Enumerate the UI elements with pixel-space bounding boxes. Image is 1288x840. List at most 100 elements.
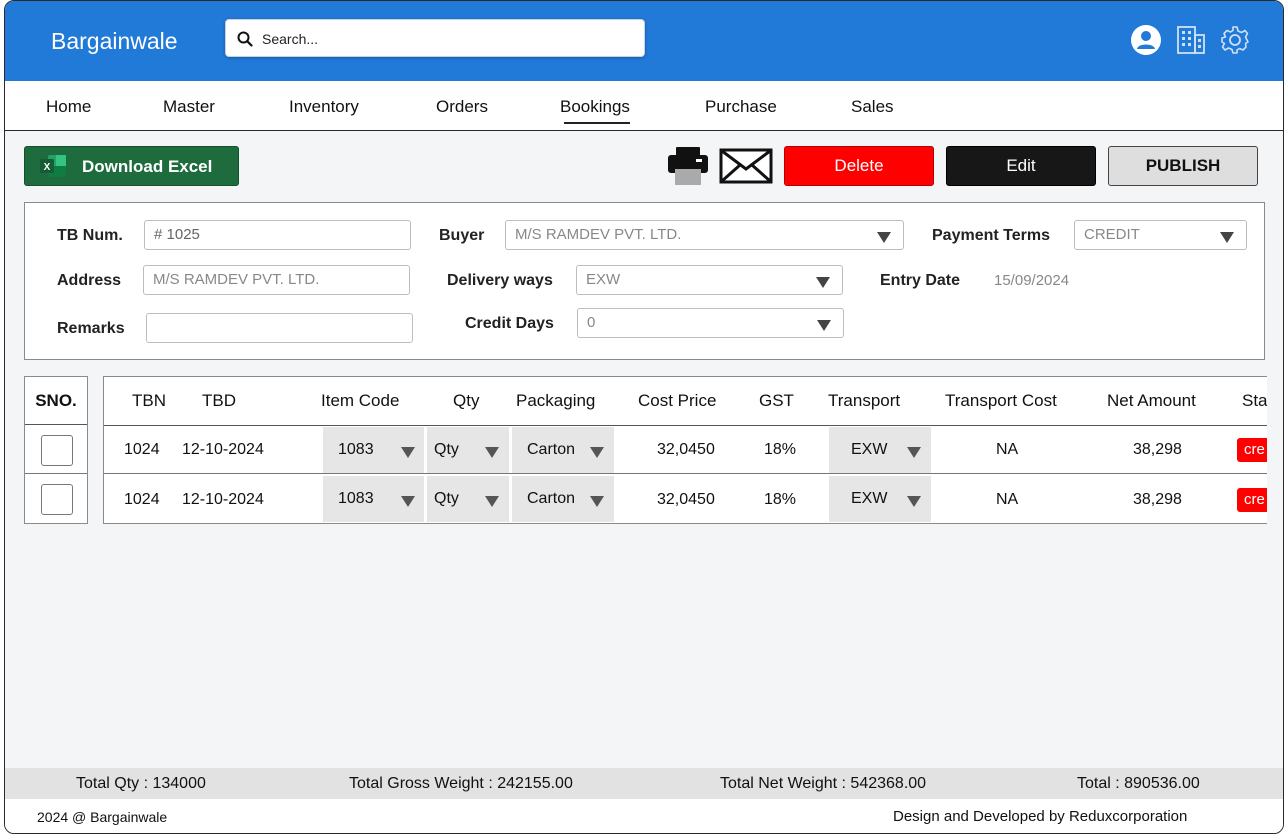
cell-gst: 18%: [764, 491, 797, 508]
row-checkbox[interactable]: [41, 435, 73, 466]
top-bar: Bargainwale: [5, 1, 1283, 81]
footer: 2024 @ Bargainwale Design and Developed …: [5, 799, 1283, 833]
cell-tbn: 1024: [124, 491, 160, 508]
remarks-field[interactable]: [146, 313, 413, 343]
packaging-select[interactable]: Carton: [512, 427, 614, 473]
col-header-gst: GST: [759, 391, 794, 410]
qty-value: Qty: [434, 490, 459, 507]
dropdown-arrow-icon: [1220, 232, 1234, 243]
cell-net-amount: 38,298: [1133, 441, 1182, 458]
status-badge[interactable]: cre: [1237, 488, 1267, 512]
nav-item-master[interactable]: Master: [163, 97, 215, 117]
booking-form: TB Num. # 1025 Buyer M/S RAMDEV PVT. LTD…: [24, 202, 1265, 360]
col-header-status: Sta: [1242, 391, 1267, 410]
svg-text:X: X: [44, 162, 51, 173]
status-badge[interactable]: cre: [1237, 438, 1267, 462]
credit-days-value: 0: [587, 314, 596, 331]
col-header-transport: Transport: [828, 391, 901, 410]
totals-bar: Total Qty : 134000 Total Gross Weight : …: [5, 768, 1283, 799]
qty-select[interactable]: Qty: [427, 476, 509, 522]
sno-header: SNO.: [25, 377, 87, 425]
dropdown-arrow-icon: [877, 232, 891, 243]
col-header-tbn: TBN: [132, 391, 166, 410]
bookings-table: TBN TBD Item Code Qty Packaging Cost Pri…: [103, 376, 1267, 524]
cell-cost-price: 32,0450: [657, 491, 715, 508]
nav-item-orders[interactable]: Orders: [436, 97, 488, 117]
remarks-label: Remarks: [57, 320, 125, 337]
delivery-ways-label: Delivery ways: [447, 272, 553, 289]
gear-icon[interactable]: [1219, 24, 1251, 56]
download-excel-label: Download Excel: [82, 157, 213, 176]
building-icon[interactable]: [1175, 24, 1207, 56]
buyer-select[interactable]: M/S RAMDEV PVT. LTD.: [505, 220, 904, 250]
nav-item-home[interactable]: Home: [46, 97, 91, 117]
dropdown-arrow-icon: [590, 496, 604, 507]
publish-button[interactable]: PUBLISH: [1108, 146, 1258, 186]
credit-days-select[interactable]: 0: [577, 308, 844, 338]
dropdown-arrow-icon: [485, 496, 499, 507]
address-field[interactable]: M/S RAMDEV PVT. LTD.: [143, 265, 410, 295]
nav-item-sales[interactable]: Sales: [851, 97, 894, 117]
cell-tbd: 12-10-2024: [182, 441, 264, 458]
search-input[interactable]: [262, 28, 632, 50]
cell-net-amount: 38,298: [1133, 491, 1182, 508]
cell-gst: 18%: [764, 441, 797, 458]
cell-tbd: 12-10-2024: [182, 491, 264, 508]
item-code-value: 1083: [338, 490, 374, 507]
total-amount: Total : 890536.00: [1077, 775, 1200, 792]
transport-value: EXW: [851, 490, 888, 507]
buyer-value: M/S RAMDEV PVT. LTD.: [515, 226, 682, 243]
edit-button[interactable]: Edit: [946, 146, 1096, 186]
download-excel-button[interactable]: X Download Excel: [24, 146, 239, 186]
dropdown-arrow-icon: [401, 447, 415, 458]
qty-select[interactable]: Qty: [427, 427, 509, 473]
sno-column: SNO.: [24, 376, 88, 524]
delivery-ways-value: EXW: [586, 271, 621, 288]
row-divider: [104, 473, 1267, 474]
footer-credit: Design and Developed by Reduxcorporation: [893, 808, 1188, 825]
buyer-label: Buyer: [439, 227, 485, 244]
dropdown-arrow-icon: [816, 277, 830, 288]
row-checkbox[interactable]: [41, 484, 73, 515]
header-divider: [104, 425, 1267, 426]
search-box[interactable]: [225, 19, 645, 57]
transport-select[interactable]: EXW: [829, 476, 931, 522]
user-icon[interactable]: [1130, 24, 1162, 56]
excel-icon: X: [40, 155, 66, 177]
nav-item-purchase[interactable]: Purchase: [705, 97, 777, 117]
col-header-item-code: Item Code: [321, 391, 400, 410]
address-label: Address: [57, 272, 122, 289]
printer-icon[interactable]: [667, 146, 709, 186]
entry-date-value: 15/09/2024: [994, 272, 1070, 289]
delete-button[interactable]: Delete: [784, 146, 934, 186]
col-header-transport-cost: Transport Cost: [945, 391, 1057, 410]
packaging-value: Carton: [527, 490, 576, 507]
dropdown-arrow-icon: [907, 496, 921, 507]
row-divider: [25, 473, 87, 474]
tb-num-field[interactable]: # 1025: [144, 220, 411, 250]
credit-days-label: Credit Days: [465, 315, 554, 332]
nav-item-inventory[interactable]: Inventory: [289, 97, 359, 117]
payment-terms-select[interactable]: CREDIT: [1074, 220, 1247, 250]
transport-select[interactable]: EXW: [829, 427, 931, 473]
cell-transport-cost: NA: [996, 491, 1019, 508]
item-code-value: 1083: [338, 441, 374, 458]
cell-transport-cost: NA: [996, 441, 1019, 458]
packaging-select[interactable]: Carton: [512, 476, 614, 522]
transport-value: EXW: [851, 441, 888, 458]
packaging-value: Carton: [527, 441, 576, 458]
total-net-weight: Total Net Weight : 542368.00: [720, 775, 927, 792]
col-header-cost-price: Cost Price: [638, 391, 717, 410]
mail-icon[interactable]: [719, 148, 773, 184]
brand-logo[interactable]: Bargainwale: [51, 28, 178, 55]
footer-copyright: 2024 @ Bargainwale: [37, 809, 168, 825]
cell-tbn: 1024: [124, 441, 160, 458]
total-gross-weight: Total Gross Weight : 242155.00: [349, 775, 573, 792]
tb-num-label: TB Num.: [57, 227, 123, 244]
item-code-select[interactable]: 1083: [323, 427, 424, 473]
app-frame: Bargainwale Search... Home Master Invent…: [4, 0, 1284, 834]
col-header-packaging: Packaging: [516, 391, 596, 410]
item-code-select[interactable]: 1083: [323, 476, 424, 522]
nav-item-bookings[interactable]: Bookings: [560, 97, 630, 124]
delivery-ways-select[interactable]: EXW: [576, 265, 843, 295]
